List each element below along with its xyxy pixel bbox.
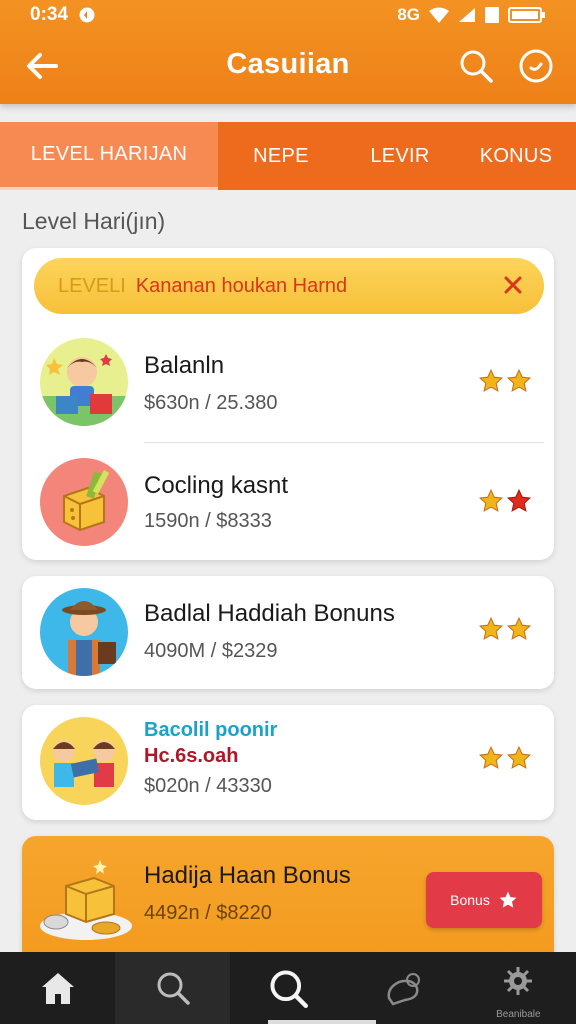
item-stars — [478, 488, 532, 514]
app-bar: 0:34 8G Casuiian — [0, 0, 576, 104]
settings-icon — [504, 967, 533, 995]
item-stars — [478, 745, 532, 771]
close-icon[interactable] — [500, 272, 526, 298]
star-icon — [506, 488, 532, 512]
signal-icon — [459, 8, 475, 22]
level-banner[interactable]: LEVELI Kananan houkan Harnd — [34, 258, 544, 314]
nav-home[interactable] — [0, 952, 115, 1024]
tab-level-harian[interactable]: LEVEL HARIJAN — [0, 122, 218, 190]
sim-icon — [485, 7, 499, 23]
item-value: $020n / 43330 — [144, 775, 272, 797]
item-stars — [478, 368, 532, 394]
home-indicator — [268, 1020, 376, 1024]
star-icon — [478, 368, 504, 392]
item-value: 1590n / $8333 — [144, 510, 272, 532]
nav-chat[interactable] — [346, 952, 461, 1024]
reward-card[interactable]: Badlal Haddiah Bonuns 4090M / $2329 — [22, 576, 554, 689]
star-icon — [478, 488, 504, 512]
nav-explore[interactable] — [230, 952, 345, 1024]
chat-icon — [387, 973, 421, 1006]
item-name: Hadija Haan Bonus — [144, 862, 351, 889]
battery-icon — [508, 7, 545, 23]
item-subname: Hc.6s.oah — [144, 745, 239, 767]
trading-kids-avatar — [40, 717, 128, 805]
banner-message: Kananan houkan Harnd — [135, 274, 348, 297]
nav-settings[interactable]: Beanibale — [461, 952, 576, 1024]
treasure-box-icon — [36, 856, 136, 946]
item-value: $630n / 25.380 — [144, 392, 278, 414]
wifi-icon — [429, 7, 449, 23]
more-options-icon[interactable] — [518, 48, 554, 84]
toolbar: Casuiian — [0, 34, 576, 96]
notification-icon — [79, 7, 95, 23]
item-name: Cocling kasnt — [144, 472, 289, 499]
star-icon — [499, 891, 517, 908]
nav-settings-label: Beanibale — [496, 1009, 541, 1020]
star-icon — [506, 745, 532, 769]
bottom-nav: Beanibale — [0, 952, 576, 1024]
item-name: Bacolil poonir — [144, 719, 278, 741]
tab-konus[interactable]: KONUS — [456, 122, 576, 190]
network-type: 8G — [397, 5, 420, 24]
item-value: 4492n / $8220 — [144, 902, 272, 924]
nav-search[interactable] — [115, 952, 231, 1024]
status-bar: 0:34 8G — [0, 0, 576, 30]
star-icon — [506, 368, 532, 392]
divider — [144, 442, 544, 443]
explorer-avatar — [40, 588, 128, 676]
search-icon — [270, 970, 308, 1008]
tab-bar: LEVEL HARIJAN NEPE LEVIR KONUS — [0, 122, 576, 190]
tab-nepe[interactable]: NEPE — [218, 122, 344, 190]
item-stars — [478, 616, 532, 642]
section-title: Level Hari(jın) — [22, 208, 166, 234]
reward-card[interactable]: Bacolil poonir Hc.6s.oah $020n / 43330 — [22, 705, 554, 820]
item-name: Balanln — [144, 352, 225, 379]
claim-bonus-button[interactable]: Bonus — [426, 872, 542, 928]
status-time: 0:34 — [30, 4, 69, 25]
tab-levir[interactable]: LEVIR — [344, 122, 456, 190]
search-icon — [157, 972, 190, 1005]
shopping-boy-avatar — [40, 338, 128, 426]
star-icon — [506, 616, 532, 640]
star-icon — [478, 745, 504, 769]
search-icon[interactable] — [458, 48, 494, 84]
item-value: 4090M / $2329 — [144, 640, 278, 662]
star-icon — [478, 616, 504, 640]
home-icon — [41, 973, 74, 1004]
bonus-card[interactable]: Hadija Haan Bonus 4492n / $8220 Bonus — [22, 836, 554, 966]
banner-level: LEVELI — [58, 274, 126, 297]
level-card: LEVELI Kananan houkan Harnd Balanln $630… — [22, 248, 554, 560]
item-name: Badlal Haddiah Bonuns — [144, 600, 395, 627]
gold-box-icon — [40, 458, 128, 546]
